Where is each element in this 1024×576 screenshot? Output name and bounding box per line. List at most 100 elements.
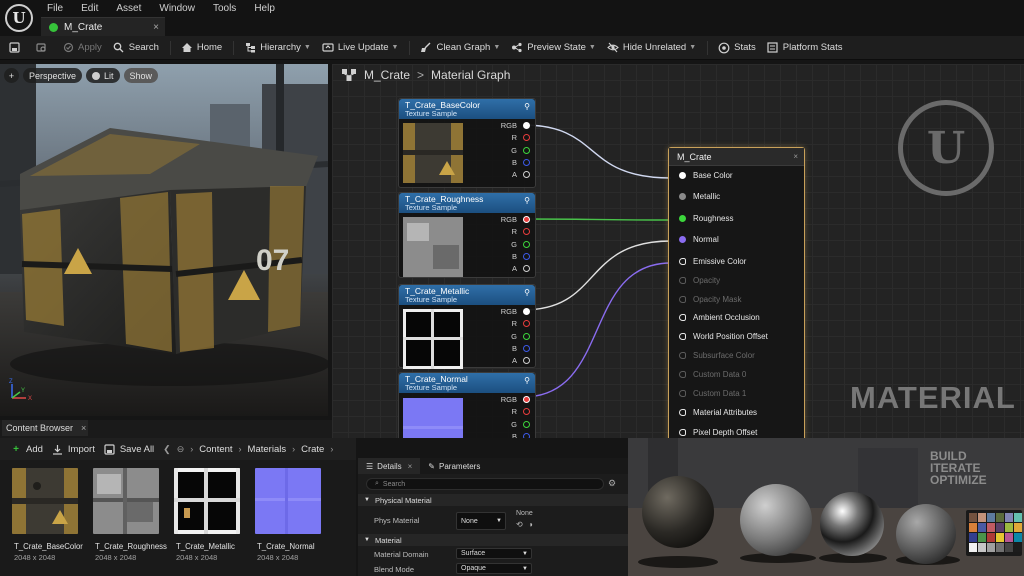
menu-window[interactable]: Window bbox=[159, 3, 195, 14]
back-icon[interactable]: ❮ bbox=[163, 444, 171, 455]
blend-mode-dropdown[interactable]: Opaque ▼ bbox=[456, 563, 532, 574]
platform-stats-button[interactable]: Platform Stats bbox=[767, 42, 842, 54]
material-input-subsurface-color[interactable]: Subsurface Color bbox=[679, 351, 755, 360]
output-pin-g[interactable]: G bbox=[511, 332, 530, 341]
pin-connector-icon[interactable] bbox=[523, 134, 530, 142]
output-pin-rgb[interactable]: RGB bbox=[501, 307, 530, 316]
breadcrumb-crate[interactable]: Crate bbox=[301, 444, 324, 455]
phys-material-dropdown[interactable]: None ▼ bbox=[456, 512, 506, 530]
texture-node-basecolor[interactable]: T_Crate_BaseColor Texture Sample ⚲ RGB R G… bbox=[398, 98, 536, 188]
output-pin-g[interactable]: G bbox=[511, 240, 530, 249]
input-pin-icon[interactable] bbox=[679, 215, 686, 222]
pin-connector-icon[interactable] bbox=[523, 158, 530, 166]
input-pin-icon[interactable] bbox=[679, 172, 686, 179]
output-pin-g[interactable]: G bbox=[511, 146, 530, 155]
tab-details[interactable]: ☰ Details × bbox=[358, 458, 421, 474]
material-input-custom-data-0[interactable]: Custom Data 0 bbox=[679, 370, 746, 379]
pin-connector-icon[interactable] bbox=[523, 432, 530, 438]
asset-tile[interactable]: T_Crate_Normal 2048 x 2048 bbox=[255, 468, 321, 572]
breadcrumb-content[interactable]: Content bbox=[199, 444, 232, 455]
content-browser-tab[interactable]: Content Browser × bbox=[2, 420, 88, 436]
viewport[interactable]: + Perspective Lit Show 07 Z X Y bbox=[0, 64, 328, 416]
pin-connector-icon[interactable] bbox=[523, 308, 530, 315]
output-pin-rgb[interactable]: RGB bbox=[501, 215, 530, 224]
document-tab[interactable]: M_Crate × bbox=[41, 17, 165, 36]
pin-connector-icon[interactable] bbox=[523, 122, 530, 129]
output-pin-a[interactable]: A bbox=[512, 356, 530, 365]
node-options-icon[interactable]: ⚲ bbox=[524, 102, 530, 111]
pin-connector-icon[interactable] bbox=[523, 357, 530, 365]
input-pin-icon[interactable] bbox=[679, 352, 686, 359]
material-input-metallic[interactable]: Metallic bbox=[679, 192, 720, 201]
input-pin-icon[interactable] bbox=[679, 236, 686, 243]
pin-connector-icon[interactable] bbox=[523, 171, 530, 179]
menu-file[interactable]: File bbox=[47, 3, 63, 14]
close-icon[interactable]: × bbox=[408, 462, 413, 471]
material-domain-dropdown[interactable]: Surface ▼ bbox=[456, 548, 532, 559]
close-icon[interactable]: × bbox=[793, 152, 798, 161]
input-pin-icon[interactable] bbox=[679, 333, 686, 340]
clean-graph-dropdown[interactable]: Clean Graph ▼ bbox=[420, 42, 500, 54]
output-pin-b[interactable]: B bbox=[512, 252, 530, 261]
asset-tile[interactable]: T_Crate_Roughness 2048 x 2048 bbox=[93, 468, 167, 572]
output-pin-g[interactable]: G bbox=[511, 420, 530, 429]
input-pin-icon[interactable] bbox=[679, 371, 686, 378]
texture-node-roughness[interactable]: T_Crate_Roughness Texture Sample ⚲ RGB R G… bbox=[398, 192, 536, 278]
input-pin-icon[interactable] bbox=[679, 277, 686, 284]
section-material[interactable]: ▼ Material bbox=[358, 534, 628, 546]
close-tab-icon[interactable]: × bbox=[153, 22, 159, 33]
pin-connector-icon[interactable] bbox=[523, 228, 530, 236]
pin-connector-icon[interactable] bbox=[523, 420, 530, 428]
preview-state-dropdown[interactable]: Preview State ▼ bbox=[511, 42, 596, 54]
output-pin-r[interactable]: R bbox=[512, 133, 530, 142]
search-button[interactable]: Search bbox=[113, 42, 159, 54]
section-physical-material[interactable]: ▼ Physical Material bbox=[358, 494, 628, 506]
unreal-logo-icon[interactable]: U bbox=[5, 4, 33, 32]
pin-connector-icon[interactable] bbox=[523, 252, 530, 260]
hide-unrelated-dropdown[interactable]: Hide Unrelated ▼ bbox=[607, 42, 696, 54]
output-pin-a[interactable]: A bbox=[512, 170, 530, 179]
viewport-options-button[interactable]: + bbox=[4, 68, 19, 83]
material-input-ambient-occlusion[interactable]: Ambient Occlusion bbox=[679, 313, 760, 322]
menu-help[interactable]: Help bbox=[254, 3, 275, 14]
output-pin-rgb[interactable]: RGB bbox=[501, 395, 530, 404]
pin-connector-icon[interactable] bbox=[523, 408, 530, 416]
browse-asset-icon[interactable]: ⟲ bbox=[516, 520, 523, 529]
tab-parameters[interactable]: ✎ Parameters bbox=[420, 458, 488, 474]
material-input-emissive-color[interactable]: Emissive Color bbox=[679, 257, 746, 266]
pin-connector-icon[interactable] bbox=[523, 320, 530, 328]
output-pin-r[interactable]: R bbox=[512, 319, 530, 328]
pin-connector-icon[interactable] bbox=[523, 265, 530, 273]
menu-tools[interactable]: Tools bbox=[213, 3, 236, 14]
material-input-base-color[interactable]: Base Color bbox=[679, 171, 733, 180]
menu-edit[interactable]: Edit bbox=[81, 3, 98, 14]
details-search-input[interactable]: ⌕ Search bbox=[366, 478, 604, 490]
material-input-opacity-mask[interactable]: Opacity Mask bbox=[679, 295, 741, 304]
material-input-material-attributes[interactable]: Material Attributes bbox=[679, 408, 757, 417]
output-pin-a[interactable]: A bbox=[512, 264, 530, 273]
history-icon[interactable]: ⊖ bbox=[177, 444, 185, 455]
use-selected-icon[interactable]: ◑ bbox=[528, 520, 533, 529]
save-all-button[interactable]: Save All bbox=[104, 443, 154, 455]
breadcrumb-materials[interactable]: Materials bbox=[248, 444, 287, 455]
output-pin-b[interactable]: B bbox=[512, 158, 530, 167]
pin-connector-icon[interactable] bbox=[523, 146, 530, 154]
input-pin-icon[interactable] bbox=[679, 409, 686, 416]
import-button[interactable]: Import bbox=[52, 443, 95, 455]
asset-tile[interactable]: T_Crate_Metallic 2048 x 2048 bbox=[174, 468, 240, 572]
save-button[interactable] bbox=[8, 42, 24, 54]
close-icon[interactable]: × bbox=[81, 423, 86, 433]
output-pin-b[interactable]: B bbox=[512, 432, 530, 438]
material-input-pixel-depth-offset[interactable]: Pixel Depth Offset bbox=[679, 428, 757, 437]
material-input-opacity[interactable]: Opacity bbox=[679, 276, 720, 285]
material-result-node[interactable]: M_Crate × Base Color Metallic Roughness Nor… bbox=[668, 147, 805, 438]
lit-button[interactable]: Lit bbox=[86, 68, 120, 83]
output-pin-r[interactable]: R bbox=[512, 227, 530, 236]
settings-icon[interactable]: ⚙ bbox=[608, 478, 616, 489]
material-input-normal[interactable]: Normal bbox=[679, 235, 719, 244]
material-input-roughness[interactable]: Roughness bbox=[679, 214, 733, 223]
hierarchy-dropdown[interactable]: Hierarchy ▼ bbox=[244, 42, 311, 54]
input-pin-icon[interactable] bbox=[679, 193, 686, 200]
pin-connector-icon[interactable] bbox=[523, 344, 530, 352]
browse-button[interactable] bbox=[35, 42, 51, 54]
